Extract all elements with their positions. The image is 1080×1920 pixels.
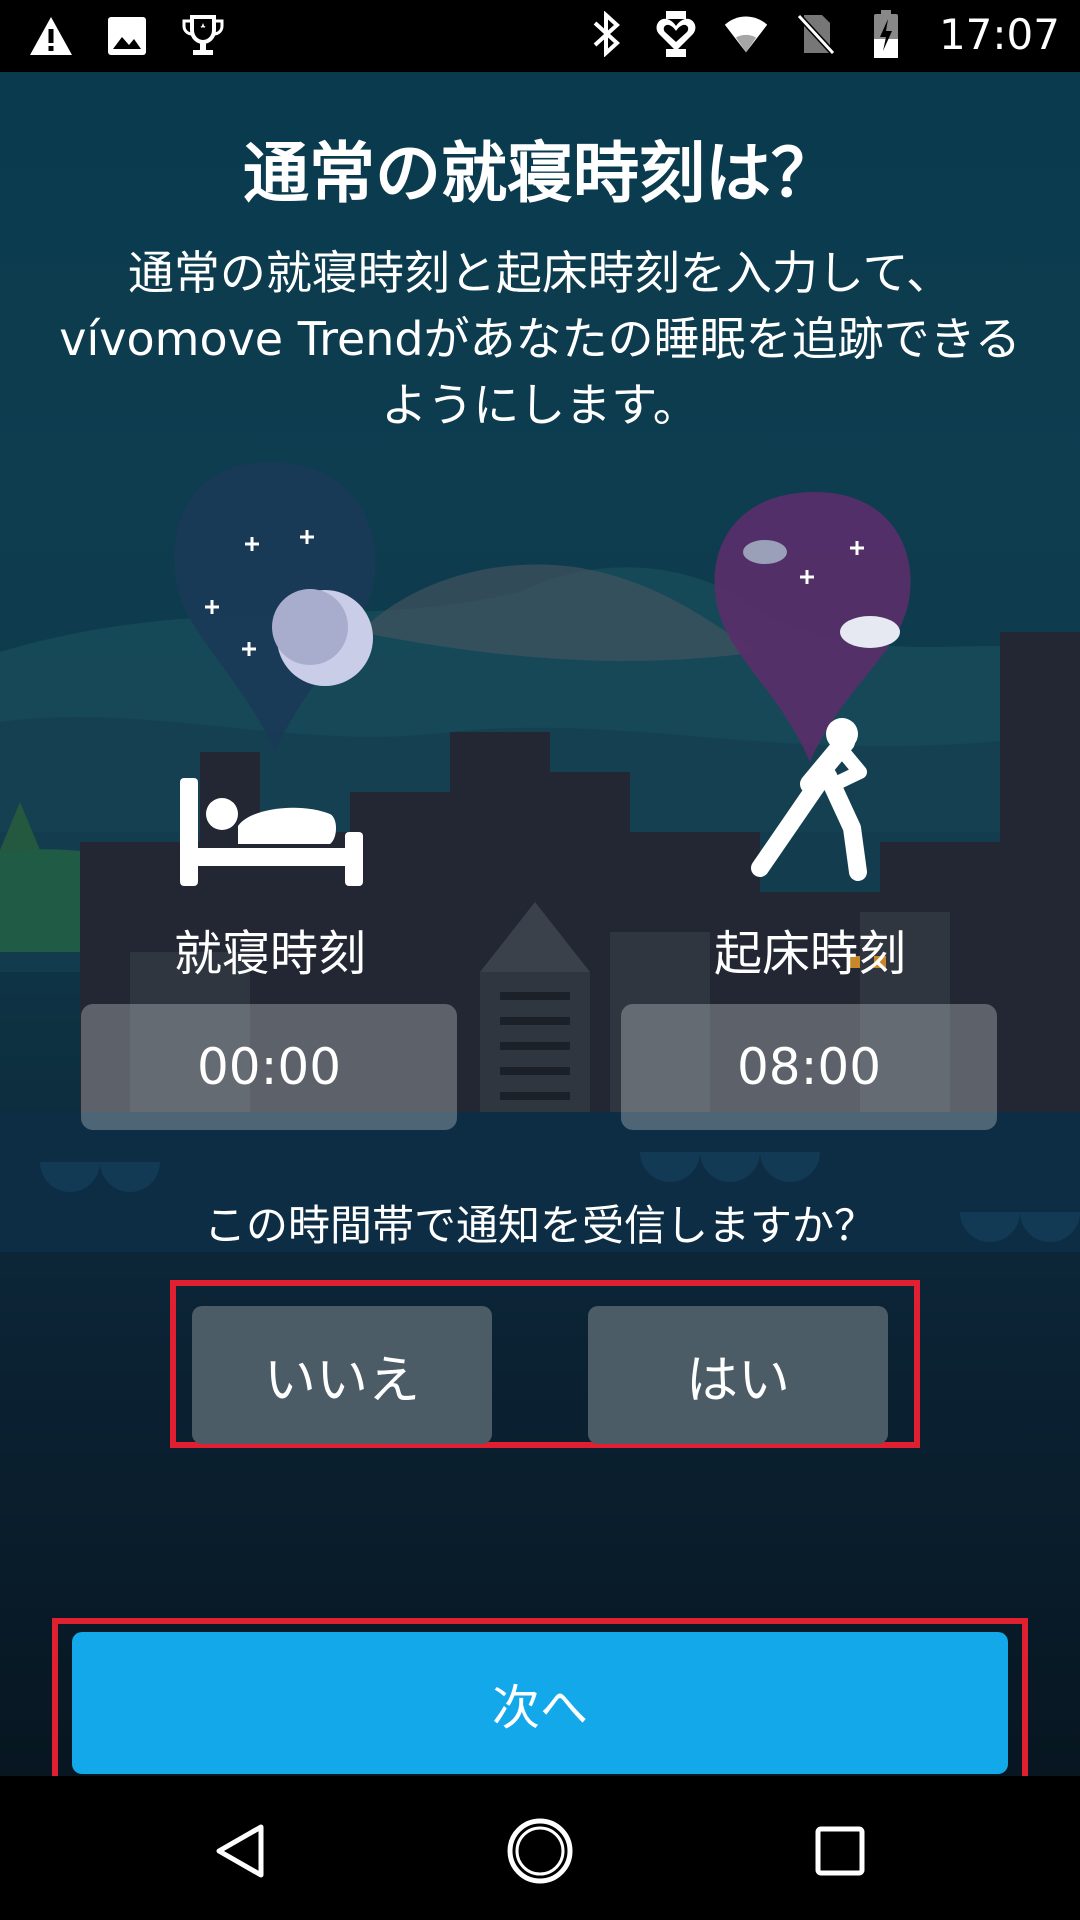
image-icon <box>104 10 150 62</box>
next-button-label: 次へ <box>491 1680 588 1736</box>
yes-button[interactable]: はい <box>588 1306 888 1444</box>
yes-button-label: はい <box>685 1350 790 1411</box>
sleep-time-screen: 通常の就寝時刻は？ 通常の就寝時刻と起床時刻を入力して、vívomove Tre… <box>0 72 1080 1776</box>
no-button-label: いいえ <box>263 1350 420 1411</box>
next-button[interactable]: 次へ <box>72 1632 1008 1774</box>
wake-time-field[interactable]: 08:00 <box>621 1004 997 1130</box>
status-bar: 17:07 <box>0 0 1080 72</box>
page-title: 通常の就寝時刻は？ <box>243 135 837 212</box>
bedtime-value: 00:00 <box>196 1038 342 1096</box>
recents-icon[interactable] <box>795 1806 885 1896</box>
trophy-icon <box>180 10 226 62</box>
home-icon[interactable] <box>495 1806 585 1896</box>
battery-charging-icon <box>863 8 909 60</box>
bluetooth-icon <box>583 8 629 60</box>
wifi-icon <box>723 8 769 60</box>
status-time: 17:07 <box>938 9 1060 59</box>
navigation-bar <box>0 1776 1080 1920</box>
heart-watch-icon <box>653 8 699 60</box>
bedtime-label: 就寝時刻 <box>173 926 366 982</box>
notification-question: この時間帯で通知を受信しますか？ <box>203 1201 876 1250</box>
wake-time-value: 08:00 <box>736 1038 882 1096</box>
no-button[interactable]: いいえ <box>192 1306 492 1444</box>
bedtime-field[interactable]: 00:00 <box>81 1004 457 1130</box>
no-sim-icon <box>793 8 839 60</box>
wake-time-label: 起床時刻 <box>713 926 906 982</box>
back-icon[interactable] <box>196 1806 286 1896</box>
page-description: 通常の就寝時刻と起床時刻を入力して、vívomove Trendがあなたの睡眠を… <box>59 246 1021 432</box>
warning-icon <box>28 10 74 62</box>
